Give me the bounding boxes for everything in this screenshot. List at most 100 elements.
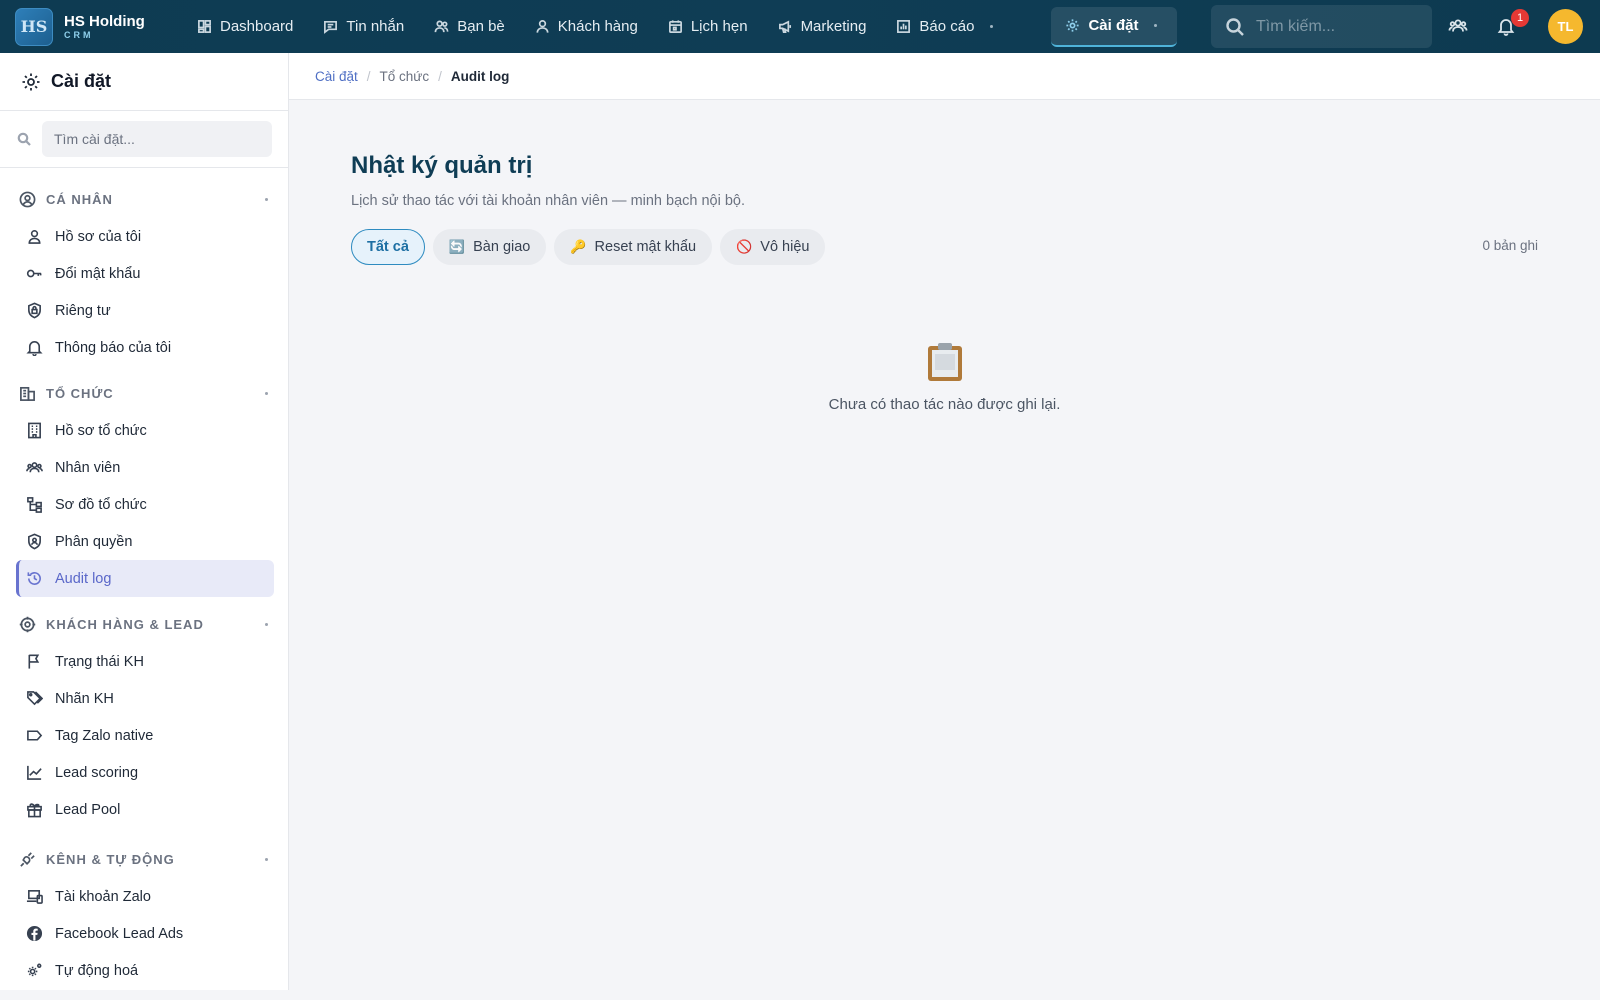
main-nav: Dashboard Tin nhắn Bạn bè Khách hàng Lịc…	[197, 0, 1193, 53]
breadcrumb-organization[interactable]: Tổ chức	[380, 69, 430, 84]
search-icon	[1226, 17, 1244, 36]
collapse-dot[interactable]	[265, 391, 268, 395]
office-building-icon	[28, 422, 41, 439]
sidebar-item-label: Tài khoản Zalo	[55, 888, 151, 905]
sidebar-item-label: Nhân viên	[55, 459, 121, 476]
sidebar-item-permissions[interactable]: Phân quyền	[16, 523, 274, 560]
brand-logo: HS	[15, 7, 53, 46]
filter-label: Bàn giao	[473, 238, 531, 255]
sidebar-item-label: Sơ đồ tổ chức	[55, 496, 147, 513]
breadcrumb-current: Audit log	[450, 68, 510, 84]
sidebar-item-employees[interactable]: Nhân viên	[16, 449, 274, 486]
nav-label: Bạn bè	[457, 18, 505, 35]
sidebar-item-my-notifications[interactable]: Thông báo của tôi	[16, 329, 274, 366]
sidebar-item-zalo-accounts[interactable]: Tài khoản Zalo	[16, 878, 274, 915]
key-icon: 🔑	[570, 238, 587, 254]
sidebar-item-customer-labels[interactable]: Nhãn KH	[16, 680, 274, 717]
sidebar-item-facebook-lead-ads[interactable]: Facebook Lead Ads	[16, 915, 274, 952]
megaphone-icon	[778, 20, 791, 33]
prohibited-icon: 🚫	[736, 238, 753, 254]
nav-customers[interactable]: Khách hàng	[535, 7, 652, 47]
sidebar-item-my-profile[interactable]: Hồ sơ của tôi	[16, 218, 274, 255]
clipboard-icon	[927, 342, 963, 382]
user-circle-icon	[19, 191, 36, 207]
gear-icon	[1066, 19, 1080, 32]
sidebar-item-audit-log[interactable]: Audit log	[16, 560, 274, 597]
breadcrumb-separator: /	[366, 68, 371, 84]
filter-disabled[interactable]: 🚫 Vô hiệu	[720, 228, 826, 265]
nav-messages[interactable]: Tin nhắn	[323, 7, 418, 47]
sidebar-title: Cài đặt	[51, 71, 112, 91]
global-search[interactable]	[1211, 5, 1432, 48]
bell-icon	[26, 341, 43, 356]
brand-name: HS Holding	[64, 12, 145, 30]
audit-log-panel: Nhật ký quản trị Lịch sử thao tác với tà…	[289, 152, 1600, 413]
record-count: 0 bản ghi	[1482, 238, 1538, 253]
section-personal[interactable]: CÁ NHÂN	[0, 180, 288, 218]
tags-icon	[27, 691, 43, 706]
breadcrumb: Cài đặt / Tổ chức / Audit log	[289, 53, 1600, 100]
section-title: KÊNH & TỰ ĐỘNG	[46, 851, 175, 867]
section-channels-automation[interactable]: KÊNH & TỰ ĐỘNG	[0, 840, 288, 878]
sidebar-search-input[interactable]	[42, 121, 272, 157]
section-title: CÁ NHÂN	[46, 191, 113, 207]
sidebar-item-org-chart[interactable]: Sơ đồ tổ chức	[16, 486, 274, 523]
sidebar-item-label: Lead scoring	[55, 764, 139, 781]
sidebar-item-automation[interactable]: Tự động hoá	[16, 952, 274, 989]
hierarchy-icon	[27, 497, 42, 513]
sidebar-item-zalo-tag[interactable]: Tag Zalo native	[16, 717, 274, 754]
cogs-icon	[27, 963, 42, 977]
filter-label: Vô hiệu	[760, 238, 810, 255]
section-title: KHÁCH HÀNG & LEAD	[46, 616, 204, 632]
brand-sub: CRM	[64, 29, 94, 40]
nav-calendar[interactable]: Lịch hẹn	[668, 7, 762, 47]
facebook-icon	[26, 925, 43, 942]
building-icon	[20, 386, 35, 401]
nav-marketing[interactable]: Marketing	[778, 7, 881, 47]
nav-friends[interactable]: Bạn bè	[434, 7, 519, 47]
nav-dashboard[interactable]: Dashboard	[197, 7, 307, 47]
gift-icon	[27, 803, 42, 818]
sidebar-item-change-password[interactable]: Đổi mật khẩu	[16, 255, 274, 292]
notifications-button[interactable]: 1	[1493, 9, 1529, 39]
brand[interactable]: HS HS Holding CRM	[15, 7, 175, 46]
section-organization[interactable]: TỔ CHỨC	[0, 374, 288, 412]
sidebar-item-label: Thông báo của tôi	[55, 339, 172, 356]
collapse-dot[interactable]	[265, 197, 268, 201]
nav-reports[interactable]: Báo cáo	[896, 7, 1007, 47]
global-search-input[interactable]	[1256, 17, 1426, 36]
section-title: TỔ CHỨC	[46, 385, 114, 401]
filter-all[interactable]: Tất cả	[351, 228, 425, 265]
search-icon	[17, 132, 31, 146]
avatar[interactable]: TL	[1548, 9, 1583, 44]
sidebar-item-label: Hồ sơ tổ chức	[55, 422, 147, 439]
dropdown-dot	[1154, 24, 1158, 27]
shield-lock-icon	[28, 302, 41, 319]
page-title: Nhật ký quản trị	[351, 152, 533, 179]
sidebar-header: Cài đặt	[0, 53, 288, 111]
sidebar-item-lead-pool[interactable]: Lead Pool	[16, 791, 274, 828]
sidebar-item-org-profile[interactable]: Hồ sơ tổ chức	[16, 412, 274, 449]
filter-handover[interactable]: 🔄 Bàn giao	[432, 228, 547, 265]
collapse-dot[interactable]	[265, 622, 268, 626]
history-icon	[27, 572, 41, 585]
sidebar-item-label: Tự động hoá	[55, 962, 139, 979]
nav-settings[interactable]: Cài đặt	[1051, 6, 1178, 47]
collapse-dot[interactable]	[265, 857, 268, 861]
breadcrumb-settings[interactable]: Cài đặt	[315, 69, 358, 84]
team-button[interactable]	[1445, 13, 1471, 39]
filter-bar: Tất cả 🔄 Bàn giao 🔑 Reset mật khẩu 🚫 Vô …	[351, 228, 1538, 265]
filter-reset-password[interactable]: 🔑 Reset mật khẩu	[554, 228, 713, 265]
sidebar-item-privacy[interactable]: Riêng tư	[16, 292, 274, 329]
target-icon	[19, 616, 36, 632]
nav-label: Cài đặt	[1088, 17, 1139, 34]
nav-label: Dashboard	[220, 18, 294, 35]
plug-icon	[20, 851, 35, 867]
nav-label: Marketing	[800, 18, 867, 35]
sidebar-item-customer-status[interactable]: Trạng thái KH	[16, 643, 274, 680]
sidebar-item-lead-scoring[interactable]: Lead scoring	[16, 754, 274, 791]
section-customer-lead[interactable]: KHÁCH HÀNG & LEAD	[0, 605, 288, 643]
report-icon	[897, 20, 911, 33]
sidebar-item-label: Đổi mật khẩu	[55, 265, 141, 282]
sidebar-item-label: Riêng tư	[55, 302, 111, 319]
